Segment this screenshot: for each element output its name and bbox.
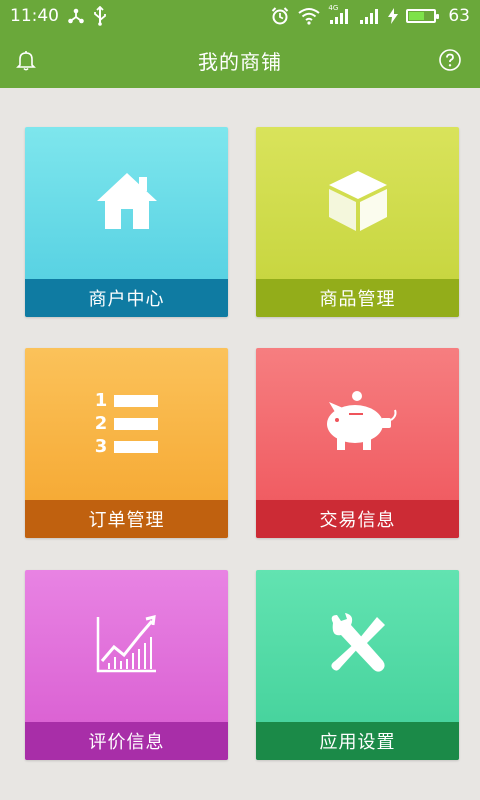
app-bar: 我的商铺 [0, 32, 480, 88]
tile-label: 交易信息 [256, 500, 459, 538]
cell-signal-4g-icon: 4G [328, 4, 350, 25]
status-bar: 11:40 4G 63 [0, 0, 480, 32]
tile-review-info[interactable]: 评价信息 [25, 570, 228, 760]
numbered-list-icon: 1 2 3 [95, 392, 159, 456]
battery-percent: 63 [448, 6, 470, 26]
cube-icon [327, 169, 389, 237]
help-icon[interactable] [438, 48, 462, 72]
list-number: 2 [94, 413, 108, 434]
house-icon [95, 171, 159, 235]
tile-art: 1 2 3 [25, 348, 228, 500]
tile-art [256, 570, 459, 722]
chart-icon [96, 615, 158, 677]
tile-product-management[interactable]: 商品管理 [256, 127, 459, 317]
piggy-bank-icon [317, 390, 399, 458]
usb-icon [93, 6, 107, 26]
tile-order-management[interactable]: 1 2 3 订单管理 [25, 348, 228, 538]
tile-label: 评价信息 [25, 722, 228, 760]
cell-signal-icon [358, 7, 380, 25]
tile-merchant-center[interactable]: 商户中心 [25, 127, 228, 317]
tile-label: 应用设置 [256, 722, 459, 760]
battery-icon [406, 9, 440, 23]
page-title: 我的商铺 [198, 49, 282, 74]
tile-transaction-info[interactable]: 交易信息 [256, 348, 459, 538]
network-type: 4G [328, 4, 339, 12]
tile-app-settings[interactable]: 应用设置 [256, 570, 459, 760]
tile-art [25, 127, 228, 279]
list-number: 1 [94, 390, 108, 411]
tile-label: 订单管理 [25, 500, 228, 538]
share-icon [67, 7, 85, 25]
charging-icon [388, 8, 399, 24]
tile-label: 商户中心 [25, 279, 228, 317]
alarm-icon [270, 6, 290, 26]
bell-icon[interactable] [14, 48, 38, 72]
tools-icon [327, 613, 389, 679]
tile-art [25, 570, 228, 722]
wifi-icon [298, 7, 320, 25]
tile-art [256, 348, 459, 500]
tile-art [256, 127, 459, 279]
list-number: 3 [94, 436, 108, 457]
tile-label: 商品管理 [256, 279, 459, 317]
clock: 11:40 [10, 6, 59, 26]
